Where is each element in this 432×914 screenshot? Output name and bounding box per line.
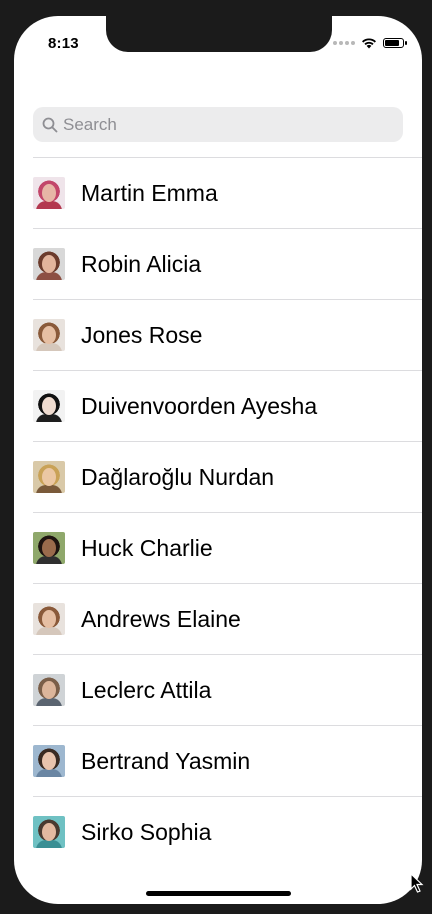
battery-icon (383, 38, 407, 48)
mouse-cursor-icon (410, 873, 424, 893)
avatar (33, 674, 65, 706)
avatar (33, 745, 65, 777)
list-item[interactable]: Robin Alicia (33, 228, 422, 299)
search-bar[interactable]: Search (33, 107, 403, 142)
list-item[interactable]: Duivenvoorden Ayesha (33, 370, 422, 441)
list-item[interactable]: Dağlaroğlu Nurdan (33, 441, 422, 512)
avatar (33, 248, 65, 280)
list-item[interactable]: Huck Charlie (33, 512, 422, 583)
status-icons (333, 37, 407, 49)
signal-icon (333, 41, 355, 45)
contact-list: Martin Emma Robin Alicia Jones Rose Duivenv… (33, 157, 422, 867)
avatar (33, 390, 65, 422)
contact-name: Dağlaroğlu Nurdan (81, 463, 275, 490)
list-item[interactable]: Andrews Elaine (33, 583, 422, 654)
wifi-icon (362, 38, 376, 49)
phone-screen: 8:13 Search Martin Emma Robin Alicia Jones… (14, 16, 422, 904)
contact-name: Bertrand Yasmin (81, 747, 251, 774)
contact-name: Martin Emma (81, 179, 218, 206)
contact-name: Huck Charlie (81, 534, 213, 561)
list-item[interactable]: Sirko Sophia (33, 796, 422, 867)
avatar (33, 816, 65, 848)
avatar (33, 177, 65, 209)
avatar (33, 603, 65, 635)
list-item[interactable]: Bertrand Yasmin (33, 725, 422, 796)
contact-name: Leclerc Attila (81, 676, 212, 703)
avatar (33, 461, 65, 493)
status-time: 8:13 (48, 35, 79, 52)
avatar (33, 532, 65, 564)
contact-name: Duivenvoorden Ayesha (81, 392, 318, 419)
list-item[interactable]: Leclerc Attila (33, 654, 422, 725)
avatar (33, 319, 65, 351)
search-icon (42, 117, 58, 132)
search-placeholder: Search (63, 114, 117, 134)
contact-name: Andrews Elaine (81, 605, 241, 632)
contact-name: Robin Alicia (81, 250, 202, 277)
home-indicator[interactable] (146, 891, 291, 896)
contact-name: Jones Rose (81, 321, 203, 348)
contact-name: Sirko Sophia (81, 818, 212, 845)
list-item[interactable]: Martin Emma (33, 157, 422, 228)
device-frame: 8:13 Search Martin Emma Robin Alicia Jones… (0, 0, 432, 914)
device-notch (106, 16, 332, 52)
list-item[interactable]: Jones Rose (33, 299, 422, 370)
